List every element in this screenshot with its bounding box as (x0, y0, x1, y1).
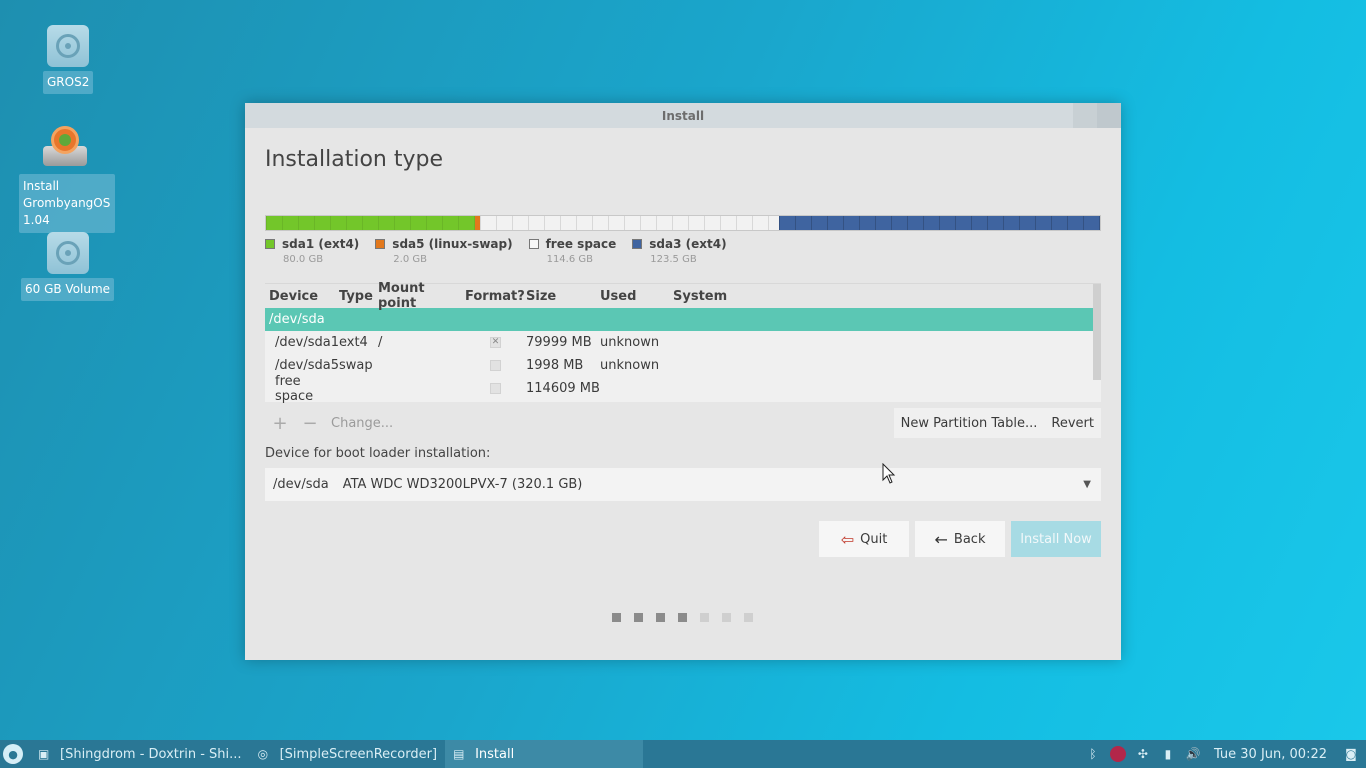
drive-icon (47, 25, 90, 67)
step-dot (634, 613, 643, 622)
quit-icon: ⇦ (840, 529, 855, 549)
bootloader-model: ATA WDC WD3200LPVX-7 (320.1 GB) (342, 477, 583, 492)
step-dot (656, 613, 665, 622)
recorder-icon[interactable] (1107, 743, 1129, 765)
desktop-icon-label: 60 GB Volume (21, 278, 115, 301)
desktop-icon-volume[interactable]: 60 GB Volume (21, 232, 115, 301)
step-dot (612, 613, 621, 622)
screenshot-icon[interactable]: ◙ (1340, 743, 1362, 765)
table-scrollbar[interactable] (1093, 284, 1101, 380)
change-partition-button[interactable]: Change... (331, 416, 393, 431)
window-titlebar[interactable]: Install (245, 103, 1121, 128)
bluetooth-icon[interactable]: ᛒ (1082, 743, 1104, 765)
partition-seg-sda3 (779, 216, 1100, 230)
system-tray: ᛒ ✣ ▮ 🔊 Tue 30 Jun, 00:22 ◙ (1079, 740, 1366, 768)
app-menu-icon: ● (3, 744, 23, 764)
revert-button[interactable]: Revert (1044, 416, 1101, 431)
partition-toolbar: + − Change... New Partition Table... Rev… (265, 408, 1101, 438)
desktop-icon-installer[interactable]: Install GrombyangOS 1.04 (19, 124, 115, 233)
network-icon[interactable]: ✣ (1132, 743, 1154, 765)
taskbar-item[interactable]: ▤ Install (445, 740, 644, 768)
col-size[interactable]: Size (526, 289, 600, 304)
col-device[interactable]: Device (265, 289, 339, 304)
install-now-button[interactable]: Install Now (1011, 521, 1101, 557)
desktop-icon-label: Install GrombyangOS 1.04 (19, 174, 115, 233)
table-row[interactable]: free space 114609 MB (265, 374, 1101, 404)
dropdown-arrow-icon: ▼ (1083, 479, 1091, 490)
volume-icon[interactable]: 🔊 (1182, 743, 1204, 765)
table-row[interactable]: /dev/sda5 swap 1998 MB unknown (265, 354, 1101, 377)
table-row[interactable]: /dev/sda (265, 308, 1101, 331)
quit-button[interactable]: ⇦ Quit (819, 521, 909, 557)
legend-item: sda1 (ext4) 80.0 GB (265, 237, 359, 265)
col-format[interactable]: Format? (465, 289, 526, 304)
table-row[interactable]: /dev/sda1 ext4 / ✕ 79999 MB unknown (265, 331, 1101, 354)
desktop-icon-label: GROS2 (43, 71, 94, 94)
installer-icon (41, 124, 89, 172)
back-button[interactable]: ← Back (915, 521, 1005, 557)
col-type[interactable]: Type (339, 289, 378, 304)
partition-seg-sda1 (266, 216, 475, 230)
add-partition-button[interactable]: + (265, 408, 295, 438)
start-menu-button[interactable]: ● (0, 741, 26, 767)
taskbar: ● ▣ [Shingdrom - Doxtrin - Shi... ◎ [Sim… (0, 740, 1366, 768)
legend-item: sda5 (linux-swap) 2.0 GB (375, 237, 513, 265)
col-mount[interactable]: Mount point (378, 281, 465, 311)
close-button[interactable] (1097, 103, 1121, 128)
step-dot (744, 613, 753, 622)
installer-icon: ▤ (453, 747, 465, 761)
format-checkbox[interactable]: ✕ (490, 337, 501, 348)
legend-item: sda3 (ext4) 123.5 GB (632, 237, 727, 265)
drive-icon (46, 232, 89, 274)
step-dot (678, 613, 687, 622)
clock[interactable]: Tue 30 Jun, 00:22 (1214, 747, 1327, 762)
step-indicator (612, 613, 766, 622)
battery-icon[interactable]: ▮ (1157, 743, 1179, 765)
window-title: Install (661, 108, 705, 123)
partition-table: Device Type Mount point Format? Size Use… (265, 281, 1101, 404)
partition-seg-free (480, 216, 779, 230)
camera-icon: ◎ (257, 747, 269, 761)
step-dot (700, 613, 709, 622)
format-checkbox[interactable] (490, 360, 501, 371)
partition-legend: sda1 (ext4) 80.0 GB sda5 (linux-swap) 2.… (265, 237, 743, 265)
arrow-left-icon: ← (934, 529, 948, 549)
col-used[interactable]: Used (600, 289, 673, 304)
mouse-cursor-icon (882, 463, 896, 484)
remove-partition-button[interactable]: − (295, 408, 325, 438)
taskbar-item[interactable]: ▣ [Shingdrom - Doxtrin - Shi... (30, 740, 250, 768)
install-window: Install Installation type sda1 (ext4) 80… (245, 103, 1121, 660)
format-checkbox[interactable] (490, 383, 501, 394)
desktop-icon-gros2[interactable]: GROS2 (43, 25, 94, 94)
col-system[interactable]: System (673, 289, 1101, 304)
taskbar-item[interactable]: ◎ [SimpleScreenRecorder] (250, 740, 446, 768)
legend-item: free space 114.6 GB (528, 237, 616, 265)
partition-bar (265, 215, 1101, 231)
terminal-icon: ▣ (38, 747, 50, 761)
step-dot (722, 613, 731, 622)
bootloader-select[interactable]: /dev/sda ATA WDC WD3200LPVX-7 (320.1 GB)… (265, 468, 1101, 501)
bootloader-device: /dev/sda (273, 477, 329, 492)
table-header: Device Type Mount point Format? Size Use… (265, 281, 1101, 311)
new-partition-table-button[interactable]: New Partition Table... (894, 416, 1045, 431)
bootloader-label: Device for boot loader installation: (265, 446, 491, 461)
page-title: Installation type (265, 147, 443, 172)
window-button[interactable] (1073, 103, 1097, 128)
